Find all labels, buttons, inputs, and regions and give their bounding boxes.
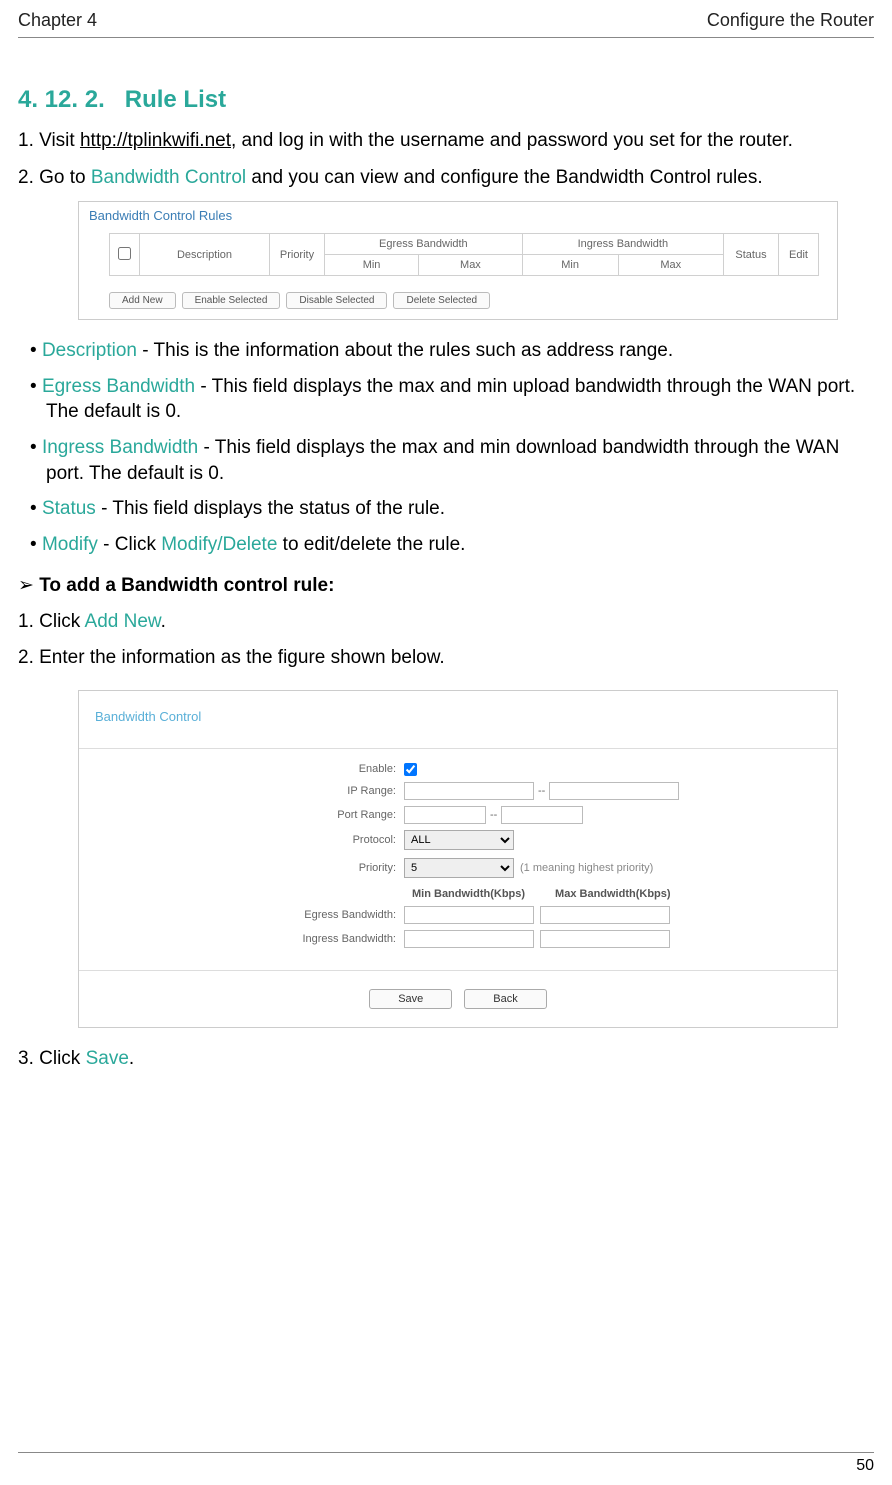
page-number: 50 bbox=[18, 1452, 874, 1475]
bandwidth-control-term: Bandwidth Control bbox=[91, 167, 246, 188]
col-egress: Egress Bandwidth bbox=[325, 234, 523, 255]
ingress-max-input[interactable] bbox=[540, 930, 670, 948]
col-ingress: Ingress Bandwidth bbox=[522, 234, 723, 255]
ip-range-start-input[interactable] bbox=[404, 782, 534, 800]
ingress-min-input[interactable] bbox=[404, 930, 534, 948]
label-protocol: Protocol: bbox=[89, 834, 404, 846]
section-heading: 4. 12. 2. Rule List bbox=[18, 86, 874, 114]
bullet-egress: Egress Bandwidth - This field displays t… bbox=[18, 374, 874, 425]
save-button[interactable]: Save bbox=[369, 989, 452, 1009]
select-all-checkbox[interactable] bbox=[118, 247, 131, 260]
figure-bandwidth-form: Bandwidth Control Enable: IP Range: -- P… bbox=[78, 690, 838, 1028]
figure1-title: Bandwidth Control Rules bbox=[79, 202, 837, 233]
add-step-2: 2. Enter the information as the figure s… bbox=[18, 645, 874, 672]
tplinkwifi-link[interactable]: http://tplinkwifi.net bbox=[80, 130, 231, 151]
col-ingress-max: Max bbox=[618, 255, 723, 276]
bullet-status: Status - This field displays the status … bbox=[18, 496, 874, 522]
chapter-title: Configure the Router bbox=[707, 10, 874, 31]
section-title: Rule List bbox=[125, 86, 226, 113]
egress-min-input[interactable] bbox=[404, 906, 534, 924]
chapter-label: Chapter 4 bbox=[18, 10, 97, 31]
field-descriptions: Description - This is the information ab… bbox=[18, 338, 874, 557]
delete-selected-button[interactable]: Delete Selected bbox=[393, 292, 490, 309]
label-priority: Priority: bbox=[89, 862, 404, 874]
label-port-range: Port Range: bbox=[89, 809, 404, 821]
figure-bandwidth-rules: Bandwidth Control Rules Description Prio… bbox=[78, 201, 838, 320]
bullet-modify: Modify - Click Modify/Delete to edit/del… bbox=[18, 532, 874, 558]
subheading-add-rule: To add a Bandwidth control rule: bbox=[18, 574, 874, 597]
egress-max-input[interactable] bbox=[540, 906, 670, 924]
priority-hint: (1 meaning highest priority) bbox=[520, 862, 653, 874]
col-status: Status bbox=[724, 234, 779, 276]
label-egress-bw: Egress Bandwidth: bbox=[89, 909, 404, 921]
ip-range-end-input[interactable] bbox=[549, 782, 679, 800]
add-new-button[interactable]: Add New bbox=[109, 292, 176, 309]
label-enable: Enable: bbox=[89, 763, 404, 775]
back-button[interactable]: Back bbox=[464, 989, 546, 1009]
bullet-ingress: Ingress Bandwidth - This field displays … bbox=[18, 435, 874, 486]
add-step-1: 1. Click Add New. bbox=[18, 609, 874, 636]
col-egress-max: Max bbox=[419, 255, 523, 276]
add-step-3: 3. Click Save. bbox=[18, 1046, 874, 1073]
port-range-end-input[interactable] bbox=[501, 806, 583, 824]
col-ingress-min: Min bbox=[522, 255, 618, 276]
page-header: Chapter 4 Configure the Router bbox=[18, 10, 874, 38]
enable-selected-button[interactable]: Enable Selected bbox=[182, 292, 281, 309]
port-range-start-input[interactable] bbox=[404, 806, 486, 824]
priority-select[interactable]: 5 bbox=[404, 858, 514, 878]
protocol-select[interactable]: ALL bbox=[404, 830, 514, 850]
figure2-title: Bandwidth Control bbox=[79, 691, 837, 749]
rules-table: Description Priority Egress Bandwidth In… bbox=[109, 233, 819, 276]
col-description: Description bbox=[140, 234, 270, 276]
disable-selected-button[interactable]: Disable Selected bbox=[286, 292, 387, 309]
enable-checkbox[interactable] bbox=[404, 763, 417, 776]
bullet-description: Description - This is the information ab… bbox=[18, 338, 874, 364]
dash-icon: -- bbox=[538, 785, 545, 797]
col-header-max: Max Bandwidth(Kbps) bbox=[555, 888, 671, 900]
label-ingress-bw: Ingress Bandwidth: bbox=[89, 933, 404, 945]
label-ip-range: IP Range: bbox=[89, 785, 404, 797]
col-priority: Priority bbox=[270, 234, 325, 276]
step-1: 1. Visit http://tplinkwifi.net, and log … bbox=[18, 128, 874, 155]
dash-icon: -- bbox=[490, 809, 497, 821]
step-2: 2. Go to Bandwidth Control and you can v… bbox=[18, 165, 874, 192]
col-header-min: Min Bandwidth(Kbps) bbox=[412, 888, 525, 900]
col-edit: Edit bbox=[779, 234, 819, 276]
section-number: 4. 12. 2. bbox=[18, 86, 105, 113]
col-egress-min: Min bbox=[325, 255, 419, 276]
